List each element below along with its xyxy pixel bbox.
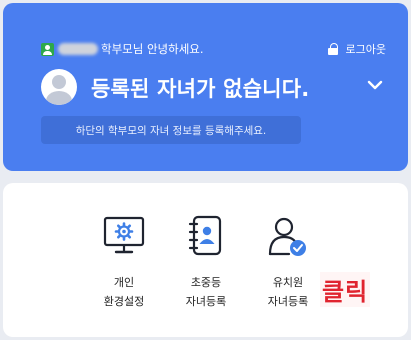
avatar <box>41 69 77 105</box>
header-card: 학부모님 안녕하세요. 로그아웃 등록된 자녀가 없습니다. 하단의 학부모의 … <box>3 3 408 171</box>
chevron-down-icon[interactable] <box>366 76 384 94</box>
menu-label-school: 초중등 자녀등록 <box>171 273 241 311</box>
menu-item-school-child-register[interactable]: 초중등 자녀등록 <box>171 213 241 311</box>
menu-item-settings[interactable]: 개인 환경설정 <box>89 213 159 311</box>
menu-label-line: 개인 <box>113 276 135 289</box>
menu-label-line: 환경설정 <box>103 295 145 308</box>
menu-label-settings: 개인 환경설정 <box>89 273 159 311</box>
menu-item-kindergarten-child-register[interactable]: 유치원 자녀등록 <box>253 213 323 311</box>
menu-card: 개인 환경설정 초중등 자녀등록 유치원 자녀등록 <box>3 183 408 337</box>
lock-icon <box>327 43 338 55</box>
menu-label-line: 자녀등록 <box>185 295 227 308</box>
register-notice: 하단의 학부모의 자녀 정보를 등록해주세요. <box>41 116 301 144</box>
menu-label-kindergarten: 유치원 자녀등록 <box>253 273 323 311</box>
page-title: 등록된 자녀가 없습니다. <box>91 77 310 101</box>
monitor-settings-icon <box>103 216 145 254</box>
header-topbar: 학부모님 안녕하세요. 로그아웃 <box>41 41 386 57</box>
user-icon <box>41 42 54 56</box>
contact-book-icon <box>188 215 222 256</box>
logout-label: 로그아웃 <box>345 43 386 56</box>
logout-button[interactable]: 로그아웃 <box>327 41 386 57</box>
menu-label-line: 유치원 <box>272 276 304 289</box>
person-check-icon <box>268 217 306 256</box>
click-annotation: 클릭 <box>320 272 371 307</box>
menu-label-line: 초중등 <box>190 276 222 289</box>
redacted-username <box>58 43 98 55</box>
menu-label-line: 자녀등록 <box>267 295 309 308</box>
greeting-text: 학부모님 안녕하세요. <box>101 42 204 56</box>
